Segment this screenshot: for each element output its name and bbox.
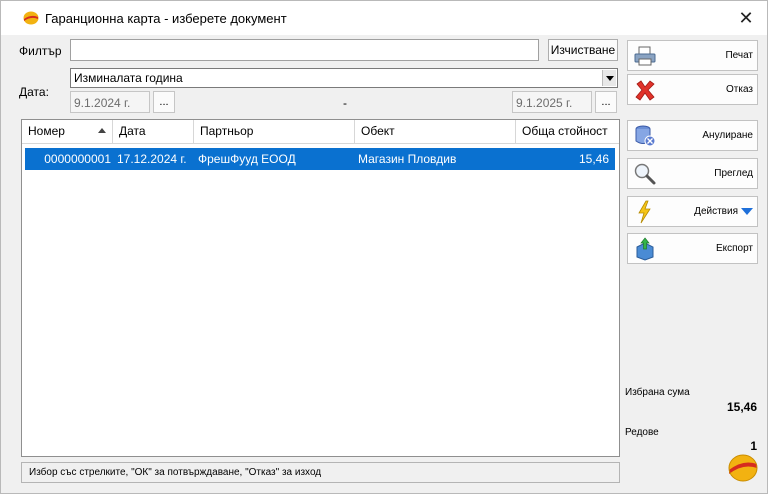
actions-button[interactable]: Действия <box>627 196 758 227</box>
dialog-window: Гаранционна карта - изберете документ ✕ … <box>0 0 768 494</box>
cancel-button[interactable]: Отказ <box>627 74 758 105</box>
preview-label: Преглед <box>714 168 753 179</box>
date-to-picker-button[interactable]: ... <box>595 91 617 113</box>
filter-input[interactable] <box>70 39 539 61</box>
cancel-label: Отказ <box>726 84 753 95</box>
column-header-partner[interactable]: Партньор <box>194 120 355 143</box>
table-row[interactable]: 0000000001 17.12.2024 г. ФрешФууд ЕООД М… <box>25 148 615 170</box>
date-range-separator: - <box>343 96 347 110</box>
date-to-field[interactable]: 9.1.2025 г. <box>512 91 592 113</box>
clear-button[interactable]: Изчистване <box>548 39 618 61</box>
table-header: Номер Дата Партньор Обект Обща стойност <box>22 120 619 144</box>
sort-ascending-icon <box>98 128 106 133</box>
date-from-picker-button[interactable]: ... <box>153 91 175 113</box>
column-header-number-label: Номер <box>28 124 65 138</box>
actions-label: Действия <box>694 206 753 217</box>
title-bar: Гаранционна карта - изберете документ ✕ <box>1 1 767 35</box>
actions-label-text: Действия <box>694 206 738 217</box>
annul-button[interactable]: Анулиране <box>627 120 758 151</box>
brand-logo-icon <box>728 454 758 482</box>
rows-count-value: 1 <box>750 439 757 453</box>
status-text: Избор със стрелките, "ОК" за потвърждава… <box>29 467 322 478</box>
lightning-icon <box>638 200 651 224</box>
print-button[interactable]: Печат <box>627 40 758 71</box>
annul-label: Анулиране <box>702 130 753 141</box>
export-box-icon <box>636 237 654 261</box>
cell-total: 15,46 <box>578 152 609 166</box>
dropdown-arrow-icon <box>741 207 753 215</box>
filter-label: Филтър <box>19 44 62 58</box>
cell-object: Магазин Пловдив <box>358 152 457 166</box>
column-header-date[interactable]: Дата <box>113 120 194 143</box>
cell-partner: ФрешФууд ЕООД <box>198 152 296 166</box>
column-header-number[interactable]: Номер <box>22 120 113 143</box>
column-header-total[interactable]: Обща стойност <box>516 120 619 143</box>
status-bar: Избор със стрелките, "ОК" за потвърждава… <box>21 462 620 483</box>
cell-date: 17.12.2024 г. <box>117 152 187 166</box>
chevron-down-icon[interactable] <box>602 70 616 86</box>
preview-button[interactable]: Преглед <box>627 158 758 189</box>
period-select-value: Изминалата година <box>74 71 183 85</box>
app-logo-icon <box>23 11 39 25</box>
cell-number: 0000000001 <box>44 152 111 166</box>
documents-table[interactable]: Номер Дата Партньор Обект Обща стойност … <box>21 119 620 457</box>
date-from-field[interactable]: 9.1.2024 г. <box>70 91 150 113</box>
column-header-object[interactable]: Обект <box>355 120 516 143</box>
date-label: Дата: <box>19 85 49 99</box>
printer-icon <box>634 46 656 66</box>
export-label: Експорт <box>715 243 753 254</box>
rows-count-label: Редове <box>625 427 659 438</box>
window-title: Гаранционна карта - изберете документ <box>45 11 287 26</box>
close-button[interactable]: ✕ <box>735 7 757 29</box>
print-label: Печат <box>725 50 753 61</box>
cancel-x-icon <box>635 80 655 101</box>
period-select[interactable]: Изминалата година <box>70 68 618 88</box>
selected-sum-label: Избрана сума <box>625 387 690 398</box>
database-delete-icon <box>635 125 656 147</box>
selected-sum-value: 15,46 <box>726 400 757 414</box>
magnifier-icon <box>634 163 656 185</box>
export-button[interactable]: Експорт <box>627 233 758 264</box>
